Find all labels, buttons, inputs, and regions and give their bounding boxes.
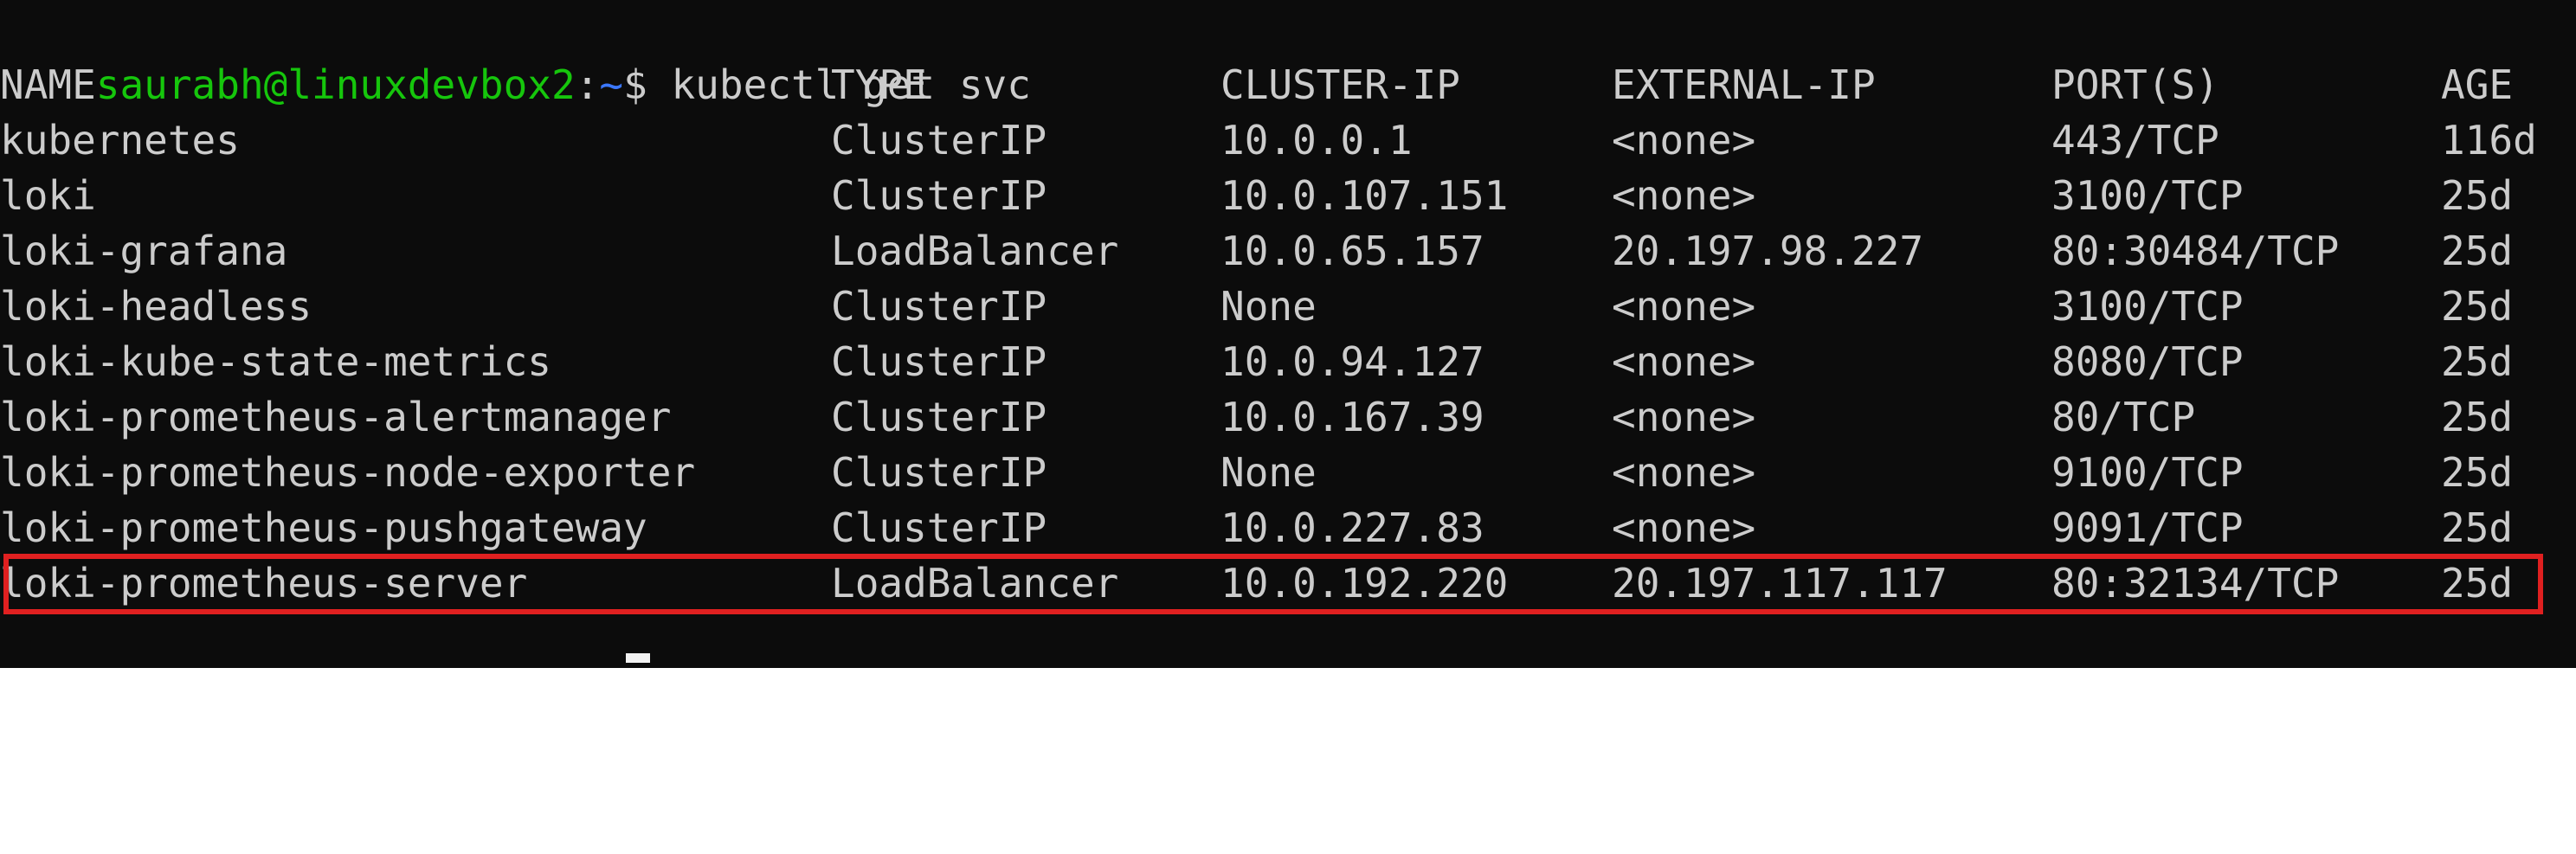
- cell-age: 25d: [2441, 228, 2514, 274]
- cell-name: loki: [0, 172, 96, 219]
- cell-cluster-ip: 10.0.107.151: [1220, 172, 1509, 219]
- cell-age: 25d: [2441, 338, 2514, 385]
- cell-cluster-ip: 10.0.94.127: [1220, 338, 1484, 385]
- cell-external-ip: <none>: [1612, 449, 1756, 496]
- cell-ports: 443/TCP: [2051, 117, 2219, 164]
- cell-type: ClusterIP: [831, 449, 1047, 496]
- cell-type: ClusterIP: [831, 504, 1047, 551]
- cell-cluster-ip: 10.0.227.83: [1220, 504, 1484, 551]
- cell-type: ClusterIP: [831, 117, 1047, 164]
- cell-external-ip: <none>: [1612, 338, 1756, 385]
- cell-ports: 8080/TCP: [2051, 338, 2244, 385]
- table-row: loki-kube-state-metrics ClusterIP 10.0.94.…: [0, 334, 2576, 389]
- cell-external-ip: <none>: [1612, 283, 1756, 330]
- table-row: loki ClusterIP 10.0.107.151 <none> 3100/TCP 2…: [0, 168, 2576, 223]
- highlight-box: [3, 554, 2543, 614]
- cell-external-ip: <none>: [1612, 504, 1756, 551]
- cell-ports: 80/TCP: [2051, 394, 2196, 440]
- table-header-row: NAME TYPE CLUSTER-IP EXTERNAL-IP PORT(S)…: [0, 57, 2576, 112]
- cell-cluster-ip: None: [1220, 449, 1317, 496]
- cell-ports: 3100/TCP: [2051, 283, 2244, 330]
- cell-type: LoadBalancer: [831, 228, 1119, 274]
- header-ports: PORT(S): [2051, 61, 2219, 108]
- cell-ports: 9100/TCP: [2051, 449, 2244, 496]
- cell-type: ClusterIP: [831, 283, 1047, 330]
- cell-name: loki-kube-state-metrics: [0, 338, 551, 385]
- header-type: TYPE: [831, 61, 927, 108]
- cell-cluster-ip: None: [1220, 283, 1317, 330]
- header-cluster-ip: CLUSTER-IP: [1220, 61, 1460, 108]
- cell-age: 25d: [2441, 172, 2514, 219]
- cell-external-ip: 20.197.98.227: [1612, 228, 1924, 274]
- cell-name: loki-prometheus-alertmanager: [0, 394, 672, 440]
- table-row: loki-grafana LoadBalancer 10.0.65.157 20.19…: [0, 223, 2576, 279]
- cell-age: 25d: [2441, 504, 2514, 551]
- cell-cluster-ip: 10.0.167.39: [1220, 394, 1484, 440]
- text-cursor: [626, 653, 650, 663]
- cell-ports: 9091/TCP: [2051, 504, 2244, 551]
- header-age: AGE: [2441, 61, 2514, 108]
- header-name: NAME: [0, 61, 96, 108]
- cell-ports: 3100/TCP: [2051, 172, 2244, 219]
- cell-cluster-ip: 10.0.0.1: [1220, 117, 1413, 164]
- cell-name: kubernetes: [0, 117, 240, 164]
- table-row: loki-prometheus-pushgateway ClusterIP 10.0…: [0, 500, 2576, 555]
- table-row: kubernetes ClusterIP 10.0.0.1 <none> 443/TCP…: [0, 112, 2576, 168]
- table-row: loki-headless ClusterIP None <none> 3100/TCP…: [0, 279, 2576, 334]
- cell-external-ip: <none>: [1612, 117, 1756, 164]
- cell-type: ClusterIP: [831, 338, 1047, 385]
- cell-name: loki-headless: [0, 283, 312, 330]
- table-row: loki-prometheus-alertmanager ClusterIP 10.…: [0, 389, 2576, 445]
- cell-external-ip: <none>: [1612, 394, 1756, 440]
- cell-external-ip: <none>: [1612, 172, 1756, 219]
- cell-age: 116d: [2441, 117, 2537, 164]
- cell-ports: 80:30484/TCP: [2051, 228, 2340, 274]
- header-external-ip: EXTERNAL-IP: [1612, 61, 1876, 108]
- cell-age: 25d: [2441, 394, 2514, 440]
- cell-age: 25d: [2441, 449, 2514, 496]
- command-line: saurabh@linuxdevbox2:~$ kubectl get svc: [0, 2, 1031, 108]
- cell-type: ClusterIP: [831, 394, 1047, 440]
- cell-name: loki-grafana: [0, 228, 288, 274]
- cell-type: ClusterIP: [831, 172, 1047, 219]
- cell-age: 25d: [2441, 283, 2514, 330]
- prompt-line[interactable]: saurabh@linuxdevbox2:~$: [0, 611, 647, 666]
- terminal-window[interactable]: saurabh@linuxdevbox2:~$ kubectl get svc …: [0, 0, 2576, 668]
- cell-name: loki-prometheus-pushgateway: [0, 504, 647, 551]
- cell-name: loki-prometheus-node-exporter: [0, 449, 696, 496]
- table-row: loki-prometheus-node-exporter ClusterIP No…: [0, 445, 2576, 500]
- blank-area: [0, 668, 2576, 854]
- cell-cluster-ip: 10.0.65.157: [1220, 228, 1484, 274]
